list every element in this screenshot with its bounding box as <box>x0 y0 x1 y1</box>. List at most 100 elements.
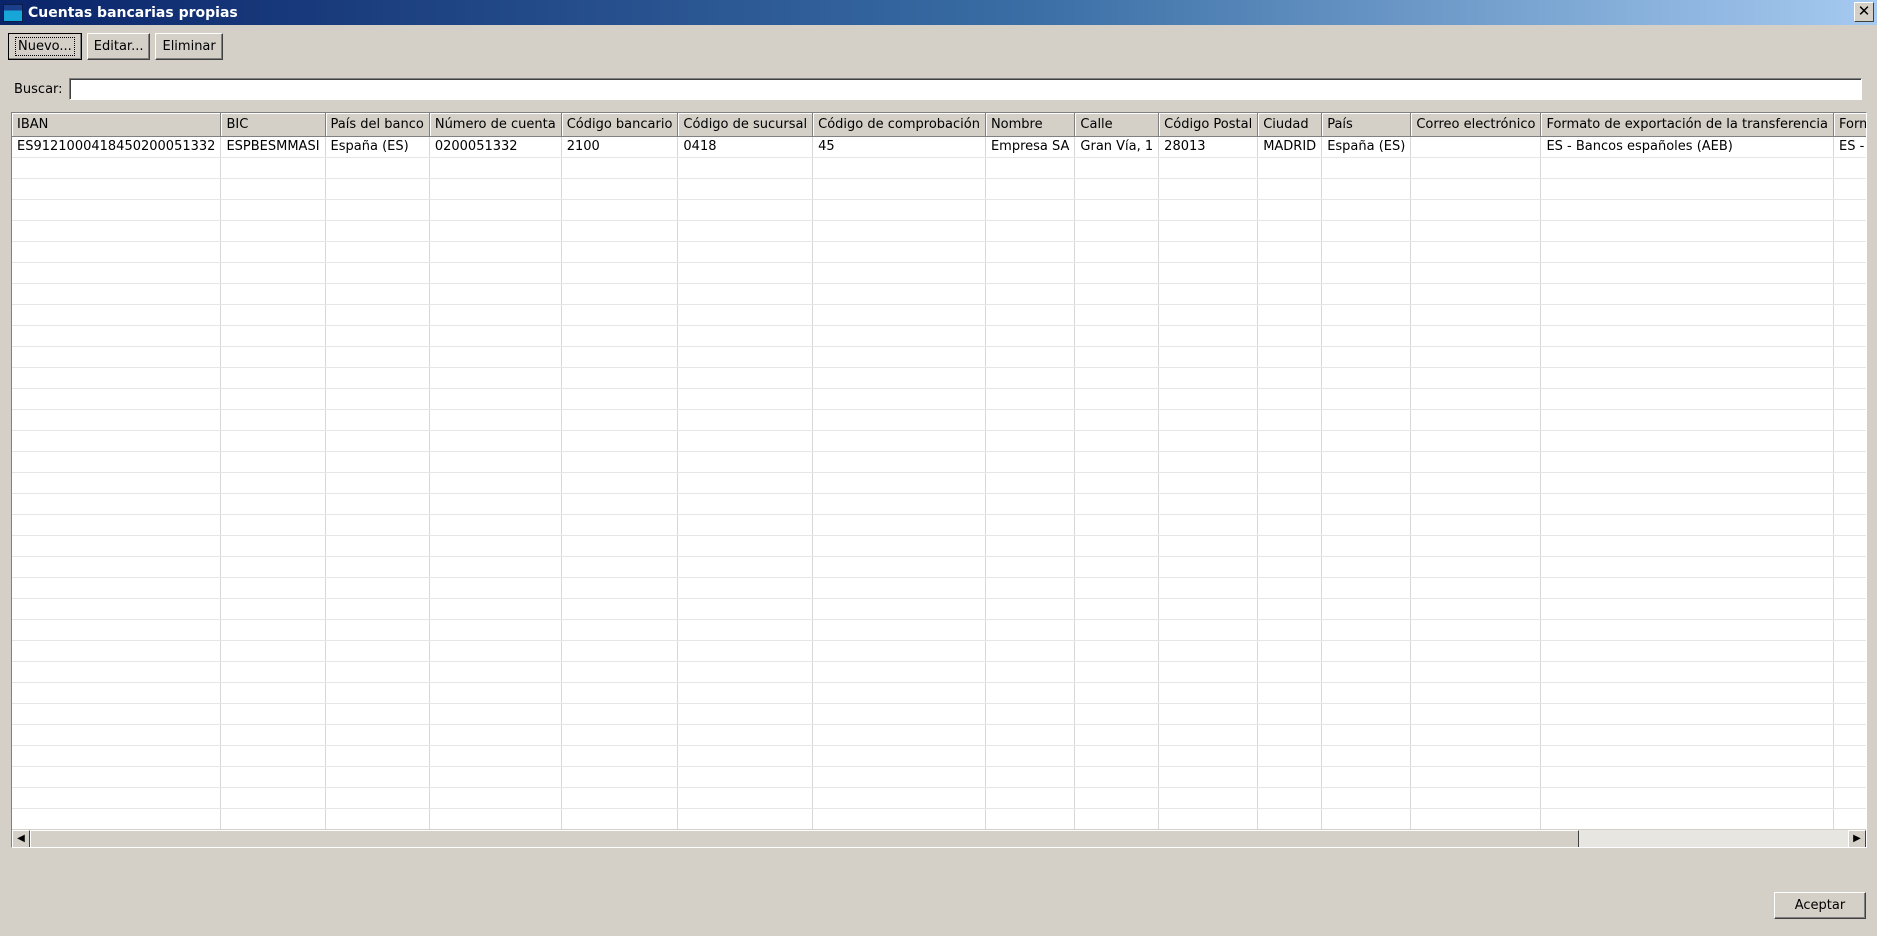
empty-table-row[interactable] <box>12 178 1866 200</box>
column-header[interactable]: Formato de exportación de la transferenc… <box>1540 113 1835 137</box>
empty-table-row[interactable] <box>12 451 1866 473</box>
table-cell <box>12 199 222 221</box>
table-cell <box>1410 535 1542 557</box>
scroll-left-icon[interactable]: ◀ <box>12 830 30 847</box>
edit-button[interactable]: Editar... <box>86 33 151 60</box>
empty-table-row[interactable] <box>12 472 1866 494</box>
new-button[interactable]: Nuevo... <box>8 33 82 60</box>
table-cell <box>812 766 986 788</box>
column-header[interactable]: Calle <box>1074 113 1160 137</box>
table-cell <box>1540 619 1835 641</box>
table-cell <box>1833 598 1866 620</box>
table-cell <box>325 619 430 641</box>
table-cell <box>12 262 222 284</box>
column-header[interactable]: Código bancario <box>561 113 679 137</box>
table-cell <box>1257 283 1323 305</box>
empty-table-row[interactable] <box>12 535 1866 557</box>
table-cell <box>1074 367 1160 389</box>
column-header[interactable]: Código de comprobación <box>812 113 986 137</box>
empty-table-row[interactable] <box>12 808 1866 830</box>
empty-table-row[interactable] <box>12 619 1866 641</box>
scroll-right-icon[interactable]: ▶ <box>1848 830 1866 847</box>
table-cell <box>220 724 326 746</box>
table-cell <box>1074 724 1160 746</box>
column-header[interactable]: Formato de expor <box>1833 113 1866 137</box>
empty-table-row[interactable] <box>12 367 1866 389</box>
table-cell <box>677 346 814 368</box>
table-header-row: IBAN BIC País del banco Número de cuenta Cód… <box>12 113 1866 137</box>
empty-table-row[interactable] <box>12 514 1866 536</box>
table-cell <box>677 535 814 557</box>
table-cell <box>220 682 326 704</box>
empty-table-row[interactable] <box>12 304 1866 326</box>
empty-table-row[interactable] <box>12 682 1866 704</box>
table-cell <box>1833 199 1866 221</box>
table-cell <box>220 472 326 494</box>
table-cell <box>677 619 814 641</box>
table-cell <box>429 577 562 599</box>
empty-table-row[interactable] <box>12 409 1866 431</box>
empty-table-row[interactable] <box>12 556 1866 578</box>
empty-table-row[interactable] <box>12 661 1866 683</box>
table-cell <box>1321 367 1412 389</box>
close-icon[interactable]: ✕ <box>1854 2 1874 22</box>
table-cell <box>12 451 222 473</box>
empty-table-row[interactable] <box>12 577 1866 599</box>
table-cell <box>220 409 326 431</box>
table-cell <box>1158 199 1259 221</box>
empty-table-row[interactable] <box>12 745 1866 767</box>
column-header[interactable]: Correo electrónico <box>1410 113 1542 137</box>
search-input[interactable] <box>68 78 1862 100</box>
table-row[interactable]: ES9121000418450200051332 ESPBESMMASI Españ… <box>12 136 1866 158</box>
table-cell <box>220 640 326 662</box>
empty-table-row[interactable] <box>12 325 1866 347</box>
column-header[interactable]: País <box>1321 113 1412 137</box>
empty-table-row[interactable] <box>12 157 1866 179</box>
table-cell <box>985 661 1076 683</box>
column-header[interactable]: Código Postal <box>1158 113 1259 137</box>
empty-table-row[interactable] <box>12 241 1866 263</box>
table-cell <box>1074 157 1160 179</box>
delete-button[interactable]: Eliminar <box>155 33 223 60</box>
empty-table-row[interactable] <box>12 703 1866 725</box>
column-header[interactable]: Código de sucursal <box>677 113 814 137</box>
empty-table-row[interactable] <box>12 220 1866 242</box>
table-cell <box>429 262 562 284</box>
empty-table-row[interactable] <box>12 787 1866 809</box>
ok-button[interactable]: Aceptar <box>1774 892 1866 919</box>
table-cell <box>1158 472 1259 494</box>
table-cell <box>429 745 562 767</box>
empty-table-row[interactable] <box>12 493 1866 515</box>
horizontal-scrollbar[interactable]: ◀ ▶ <box>12 829 1866 847</box>
column-header[interactable]: Nombre <box>985 113 1076 137</box>
table-cell <box>1321 640 1412 662</box>
empty-table-row[interactable] <box>12 199 1866 221</box>
column-header[interactable]: Ciudad <box>1257 113 1323 137</box>
table-cell <box>1540 493 1835 515</box>
empty-table-row[interactable] <box>12 388 1866 410</box>
empty-table-row[interactable] <box>12 724 1866 746</box>
table-cell <box>561 808 679 830</box>
table-cell <box>220 766 326 788</box>
column-header[interactable]: IBAN <box>12 113 222 137</box>
table-cell <box>985 682 1076 704</box>
table-cell <box>12 766 222 788</box>
empty-table-row[interactable] <box>12 766 1866 788</box>
empty-table-row[interactable] <box>12 346 1866 368</box>
table-cell <box>1833 577 1866 599</box>
empty-table-row[interactable] <box>12 640 1866 662</box>
column-header[interactable]: País del banco <box>325 113 430 137</box>
table-cell: ES9121000418450200051332 <box>12 136 222 158</box>
table-cell <box>1158 577 1259 599</box>
empty-table-row[interactable] <box>12 598 1866 620</box>
empty-table-row[interactable] <box>12 430 1866 452</box>
table-cell <box>985 514 1076 536</box>
table-cell: ESPBESMMASI <box>220 136 326 158</box>
table-cell <box>985 535 1076 557</box>
empty-table-row[interactable] <box>12 283 1866 305</box>
scroll-thumb[interactable] <box>30 830 1579 847</box>
table-cell <box>12 703 222 725</box>
column-header[interactable]: BIC <box>220 113 326 137</box>
column-header[interactable]: Número de cuenta <box>429 113 562 137</box>
empty-table-row[interactable] <box>12 262 1866 284</box>
